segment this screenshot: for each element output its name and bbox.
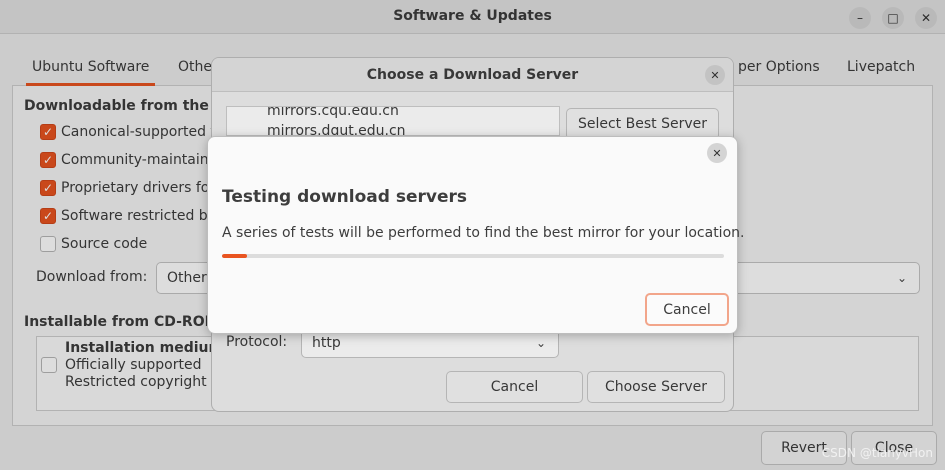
dialog-heading: Testing download servers <box>222 187 467 207</box>
watermark: CSDN @tianyvHon <box>821 446 933 460</box>
cancel-button[interactable]: Cancel <box>645 293 729 326</box>
progress-bar <box>222 254 724 258</box>
dialog-message: A series of tests will be performed to f… <box>222 225 745 241</box>
testing-servers-dialog: ✕ Testing download servers A series of t… <box>207 136 744 334</box>
close-icon[interactable]: ✕ <box>707 143 727 163</box>
progress-fill <box>222 254 248 258</box>
